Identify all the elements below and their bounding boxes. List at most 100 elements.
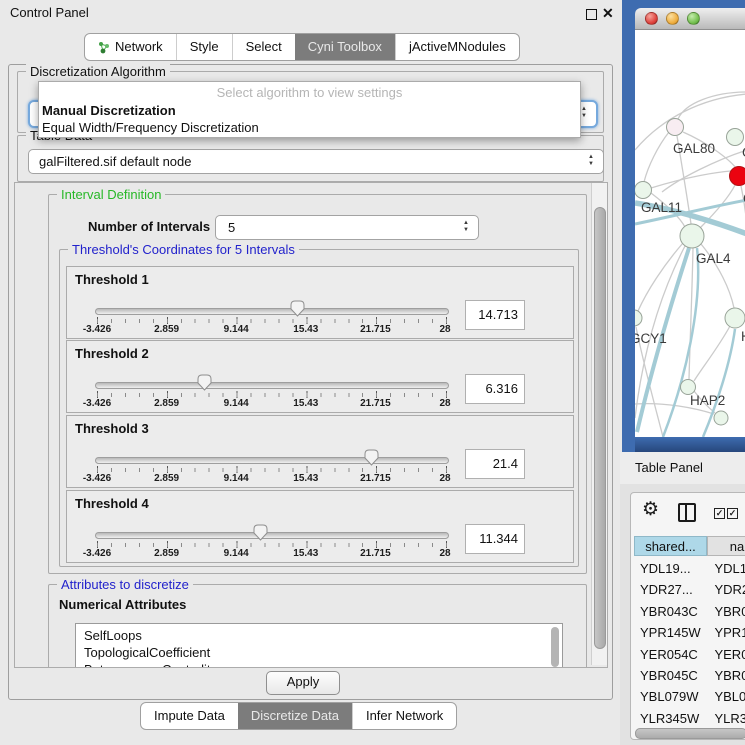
node-top-right[interactable] xyxy=(727,129,744,146)
node-gal4[interactable] xyxy=(680,224,704,248)
svg-text:GAL11: GAL11 xyxy=(641,200,682,215)
column-header-name[interactable]: na xyxy=(707,536,745,556)
slider-track[interactable] xyxy=(95,532,449,539)
tick-label: -3.426 xyxy=(83,398,111,409)
thresholds-group-title: Threshold's Coordinates for 5 Intervals xyxy=(68,242,299,257)
table-cell: YBL0 xyxy=(706,686,745,707)
threshold-value-field[interactable]: 6.316 xyxy=(465,374,525,404)
table-row[interactable]: YLR345WYLR3 xyxy=(634,708,745,729)
scrollbar-thumb[interactable] xyxy=(594,207,606,649)
attributes-list-scrollbar[interactable] xyxy=(549,625,561,668)
tick-label: 15.43 xyxy=(293,324,318,335)
table-row[interactable]: YDL19...YDL1 xyxy=(634,558,745,579)
column-layout-icon[interactable] xyxy=(678,503,696,522)
tab-style[interactable]: Style xyxy=(176,34,232,60)
node-h[interactable] xyxy=(725,308,745,328)
table-panel-titlebar: Table Panel xyxy=(620,452,745,485)
tick-label: 21.715 xyxy=(360,398,391,409)
vertical-scrollbar[interactable] xyxy=(591,183,607,665)
table-cell: YBR0 xyxy=(706,601,745,622)
slider-track[interactable] xyxy=(95,382,449,389)
minimize-traffic-light-icon[interactable] xyxy=(666,12,679,25)
slider-handle[interactable] xyxy=(364,449,379,466)
table-data-value: galFiltered.sif default node xyxy=(39,154,191,169)
node-gal80[interactable] xyxy=(667,119,684,136)
dropdown-option-equal-width-frequency[interactable]: Equal Width/Frequency Discretization xyxy=(39,119,580,136)
dropdown-option-manual-discretization[interactable]: Manual Discretization xyxy=(39,102,580,119)
threshold-value-field[interactable]: 21.4 xyxy=(465,449,525,479)
table-cell: YLR3 xyxy=(706,708,745,729)
scrollbar-thumb[interactable] xyxy=(551,627,559,667)
control-panel: Control Panel ✕ NetworkStyleSelectCyni T… xyxy=(0,0,620,745)
threshold-panel: Threshold 2-3.4262.8599.14415.4321.71528… xyxy=(66,340,574,413)
network-canvas[interactable]: GAL80 GAL11 GAL4 GCY1 HAP2 H GA C xyxy=(635,30,745,437)
tab-network[interactable]: Network xyxy=(85,34,176,60)
checkbox-icon[interactable]: ✓ xyxy=(714,508,725,519)
node-selected-red[interactable] xyxy=(730,167,745,186)
zoom-traffic-light-icon[interactable] xyxy=(687,12,700,25)
node-bottom[interactable] xyxy=(714,411,728,425)
gear-icon[interactable]: ⚙ xyxy=(642,499,659,521)
list-item[interactable]: BetweennessCentrality xyxy=(76,661,562,668)
slider-track[interactable] xyxy=(95,308,449,315)
list-item[interactable]: TopologicalCoefficient xyxy=(76,644,562,661)
table-data-combobox[interactable]: galFiltered.sif default node ▲▼ xyxy=(28,149,604,174)
list-item[interactable]: SelfLoops xyxy=(76,627,562,644)
tick-label: 28 xyxy=(439,548,450,559)
algorithm-dropdown-popup: Select algorithm to view settings Manual… xyxy=(38,81,581,138)
horizontal-scrollbar[interactable] xyxy=(635,728,745,739)
float-window-icon[interactable] xyxy=(586,9,597,20)
tick-label: 2.859 xyxy=(154,548,179,559)
table-row[interactable]: YDR27...YDR2 xyxy=(634,579,745,600)
interval-definition-title: Interval Definition xyxy=(57,187,165,202)
slider-minor-ticks xyxy=(97,468,447,472)
table-cell: YER0 xyxy=(706,644,745,665)
slider-minor-ticks xyxy=(97,543,447,547)
number-of-intervals-spinner[interactable]: 5 ▲▼ xyxy=(215,215,479,240)
tick-label: 9.144 xyxy=(224,473,249,484)
slider-tick-labels: -3.4262.8599.14415.4321.71528 xyxy=(97,324,445,336)
table-cell: YDL19... xyxy=(634,558,706,579)
tick-label: 9.144 xyxy=(224,548,249,559)
tab-jactivemnodules[interactable]: jActiveMNodules xyxy=(395,34,519,60)
number-of-intervals-value: 5 xyxy=(228,220,235,235)
slider-handle[interactable] xyxy=(290,300,305,317)
column-header-shared-name[interactable]: shared... xyxy=(634,536,707,556)
svg-text:GCY1: GCY1 xyxy=(635,331,667,346)
threshold-value-field[interactable]: 14.713 xyxy=(465,300,525,330)
tab-discretize-data[interactable]: Discretize Data xyxy=(238,703,352,729)
apply-button[interactable]: Apply xyxy=(266,671,340,695)
tab-cyni-toolbox[interactable]: Cyni Toolbox xyxy=(295,34,395,60)
slider-track[interactable] xyxy=(95,457,449,464)
slider-tick-labels: -3.4262.8599.14415.4321.71528 xyxy=(97,398,445,410)
checkbox-icon[interactable]: ✓ xyxy=(727,508,738,519)
node-gal11[interactable] xyxy=(635,182,652,199)
threshold-value-field[interactable]: 11.344 xyxy=(465,524,525,554)
slider-handle[interactable] xyxy=(253,524,268,541)
node-gcy1[interactable] xyxy=(635,310,642,326)
network-graph[interactable]: GAL80 GAL11 GAL4 GCY1 HAP2 H GA C xyxy=(635,30,745,437)
table-row[interactable]: YBR045CYBR0 xyxy=(634,665,745,686)
tick-label: 9.144 xyxy=(224,324,249,335)
network-window-titlebar[interactable] xyxy=(635,8,745,30)
table-row[interactable]: YPR145WYPR1 xyxy=(634,622,745,643)
close-icon[interactable]: ✕ xyxy=(602,4,614,22)
table-cell: YBR045C xyxy=(634,665,706,686)
threshold-panel: Threshold 4-3.4262.8599.14415.4321.71528… xyxy=(66,490,574,563)
close-traffic-light-icon[interactable] xyxy=(645,12,658,25)
table-row[interactable]: YBR043CYBR0 xyxy=(634,601,745,622)
table-row[interactable]: YBL079WYBL0 xyxy=(634,686,745,707)
table-cell: YPR145W xyxy=(634,622,706,643)
tab-select[interactable]: Select xyxy=(232,34,295,60)
table-row[interactable]: YER054CYER0 xyxy=(634,644,745,665)
table-cell: YDR2 xyxy=(706,579,745,600)
tab-infer-network[interactable]: Infer Network xyxy=(352,703,456,729)
tick-label: 15.43 xyxy=(293,548,318,559)
combo-arrows-icon: ▲▼ xyxy=(581,106,587,120)
network-view-window[interactable]: GAL80 GAL11 GAL4 GCY1 HAP2 H GA C xyxy=(622,0,745,452)
control-panel-titlebar: Control Panel ✕ xyxy=(0,0,620,26)
slider-handle[interactable] xyxy=(197,374,212,391)
tab-impute-data[interactable]: Impute Data xyxy=(141,703,238,729)
table-cell: YER054C xyxy=(634,644,706,665)
numerical-attributes-list[interactable]: SelfLoopsTopologicalCoefficientBetweenne… xyxy=(75,623,563,668)
